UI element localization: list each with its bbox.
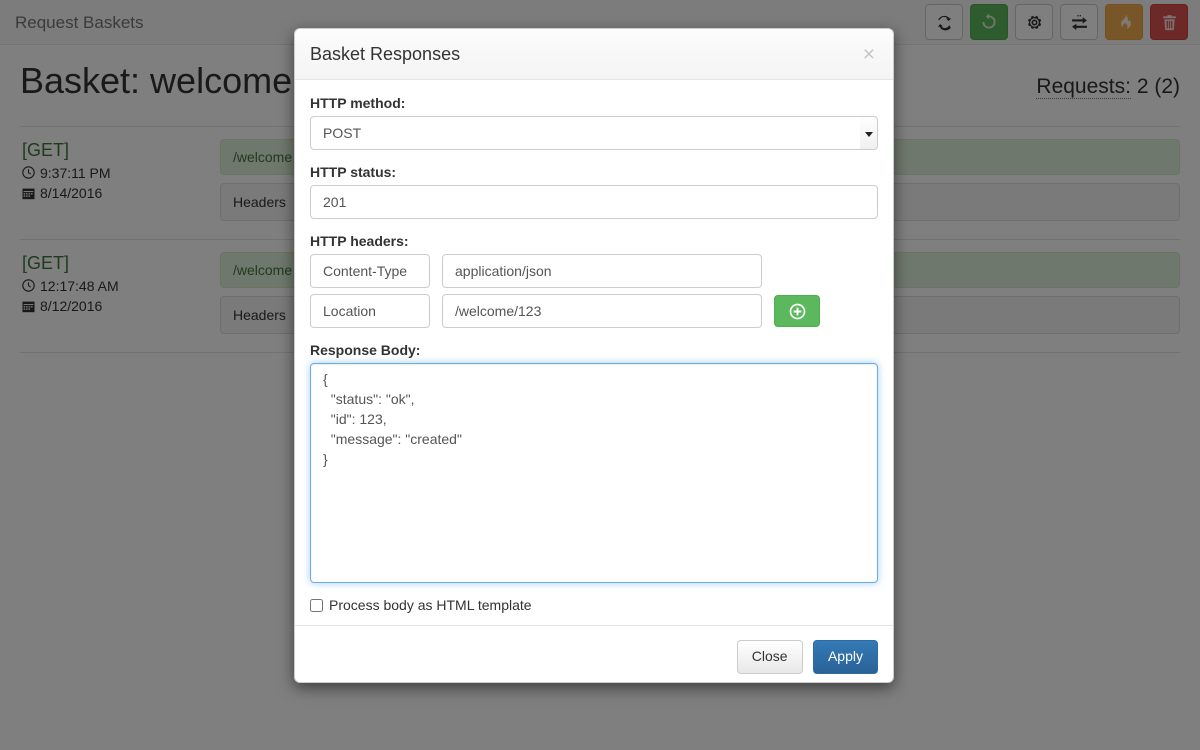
- http-status-input[interactable]: [310, 185, 878, 219]
- circle-plus-icon: [789, 303, 806, 320]
- response-body-label: Response Body:: [310, 342, 878, 358]
- header-value-input[interactable]: [442, 294, 762, 328]
- header-value-cell: [442, 294, 762, 328]
- html-template-label[interactable]: Process body as HTML template: [329, 597, 532, 613]
- http-method-group: HTTP method: POST: [310, 95, 878, 150]
- modal-footer: Close Apply: [295, 625, 893, 682]
- response-body-group: Response Body: { "status": "ok", "id": 1…: [310, 342, 878, 583]
- header-row: [310, 294, 878, 328]
- header-name-cell: [310, 294, 430, 328]
- header-value-input[interactable]: [442, 254, 762, 288]
- header-name-input[interactable]: [310, 294, 430, 328]
- http-method-select-wrap: POST: [310, 116, 878, 150]
- http-status-label: HTTP status:: [310, 164, 878, 180]
- add-header-button[interactable]: [774, 295, 820, 327]
- modal-body: HTTP method: POST HTTP status: HTTP head…: [295, 80, 893, 625]
- header-name-cell: [310, 254, 430, 288]
- html-template-checkbox-row: Process body as HTML template: [310, 597, 878, 613]
- http-headers-label: HTTP headers:: [310, 233, 878, 249]
- header-row: [310, 254, 878, 288]
- header-action-cell: [774, 295, 820, 327]
- basket-responses-modal: Basket Responses × HTTP method: POST HTT…: [294, 28, 894, 683]
- html-template-checkbox[interactable]: [310, 599, 323, 612]
- http-method-label: HTTP method:: [310, 95, 878, 111]
- close-icon[interactable]: ×: [859, 40, 879, 69]
- modal-header: Basket Responses ×: [295, 29, 893, 80]
- header-value-cell: [442, 254, 762, 288]
- http-status-group: HTTP status:: [310, 164, 878, 219]
- close-button[interactable]: Close: [737, 640, 803, 674]
- http-headers-group: HTTP headers:: [310, 233, 878, 328]
- header-name-input[interactable]: [310, 254, 430, 288]
- apply-button[interactable]: Apply: [813, 640, 878, 674]
- modal-title: Basket Responses: [310, 44, 878, 66]
- http-method-select[interactable]: POST: [310, 116, 878, 150]
- response-body-textarea[interactable]: { "status": "ok", "id": 123, "message": …: [310, 363, 878, 583]
